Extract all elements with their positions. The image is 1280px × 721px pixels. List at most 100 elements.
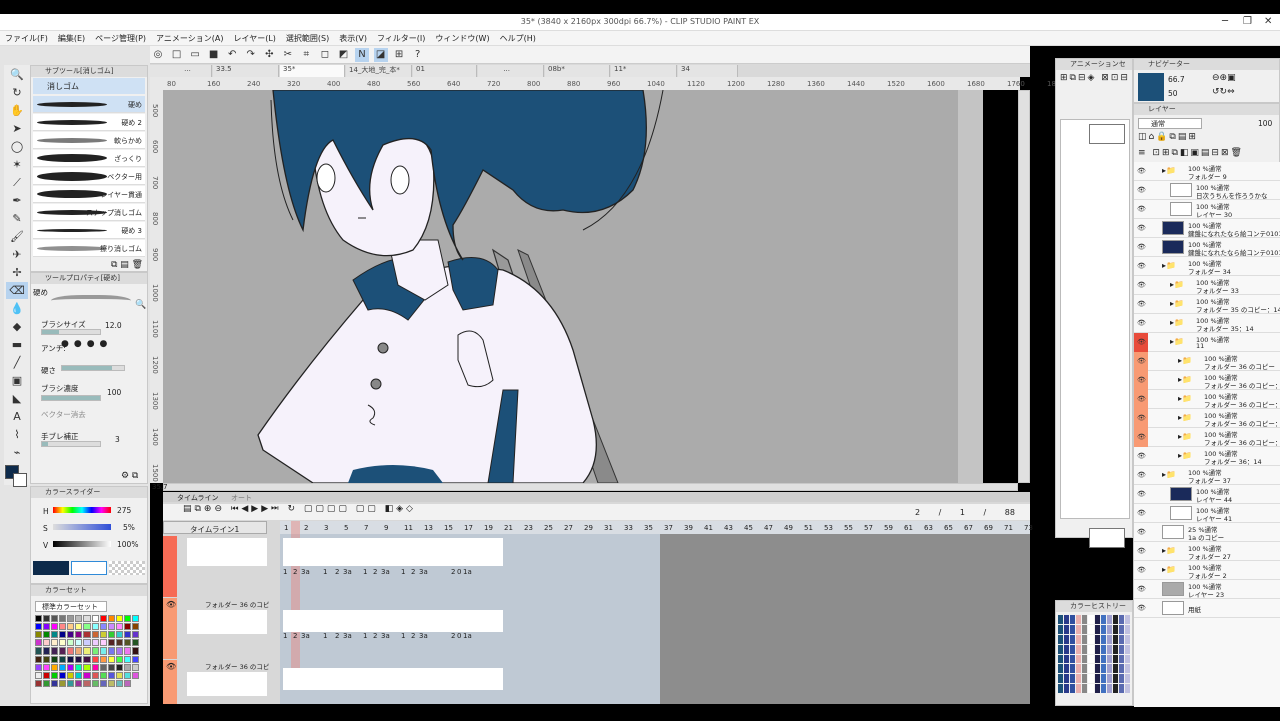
history-swatch[interactable] [1058, 664, 1064, 674]
snap-grid-icon[interactable]: ◪ [373, 48, 388, 62]
color-swatch[interactable] [43, 655, 51, 663]
color-swatch[interactable] [67, 663, 75, 671]
color-swatch[interactable] [115, 679, 123, 687]
color-swatch[interactable] [107, 679, 115, 687]
history-swatch[interactable] [1082, 674, 1088, 684]
color-swatch[interactable] [91, 663, 99, 671]
eye-icon[interactable]: 👁 [1137, 585, 1146, 593]
color-swatch[interactable] [131, 639, 139, 647]
history-swatch[interactable] [1100, 624, 1106, 634]
color-swatch[interactable] [131, 623, 139, 631]
color-swatch[interactable] [67, 647, 75, 655]
brush-rough[interactable]: ざっくり [33, 150, 145, 167]
color-swatch[interactable] [83, 647, 91, 655]
history-swatch[interactable] [1106, 624, 1112, 634]
color-swatch[interactable] [75, 655, 83, 663]
history-swatch[interactable] [1088, 674, 1094, 684]
hardness-slider[interactable] [61, 365, 125, 371]
color-swatch[interactable] [67, 671, 75, 679]
navigator-zoom-icon[interactable]: ⊖⊕▣ [1212, 73, 1236, 83]
help-icon[interactable]: ? [411, 48, 425, 62]
history-swatch[interactable] [1094, 654, 1100, 664]
doc-tab[interactable]: ... [478, 65, 544, 77]
eye-icon[interactable]: 👁 [1137, 604, 1146, 612]
doc-tab[interactable]: 08b* [545, 65, 610, 77]
color-swatch[interactable] [123, 671, 131, 679]
eraser-tool-icon[interactable]: ⌫ [6, 282, 28, 299]
layer-row[interactable]: 👁 ▸📁 100 %通常 フォルダー 2 [1134, 561, 1280, 580]
wand-tool-icon[interactable]: ✶ [6, 156, 28, 173]
correct-line-tool-icon[interactable]: ⌁ [6, 444, 28, 461]
eye-icon[interactable]: 👁 [1137, 376, 1146, 384]
color-swatch[interactable] [107, 631, 115, 639]
sub-color-chip[interactable] [71, 561, 107, 575]
animation-cel-tab[interactable]: アニメーションセ [1056, 59, 1132, 70]
color-swatch[interactable] [115, 631, 123, 639]
color-swatch[interactable] [83, 671, 91, 679]
history-swatch[interactable] [1124, 624, 1130, 634]
history-swatch[interactable] [1106, 684, 1112, 693]
eye-icon[interactable]: 👁 [1137, 319, 1146, 327]
color-swatch[interactable] [83, 639, 91, 647]
pen-tool-icon[interactable]: ✒ [6, 192, 28, 209]
color-swatch[interactable] [91, 623, 99, 631]
color-swatch[interactable] [59, 623, 67, 631]
color-swatch[interactable] [115, 663, 123, 671]
color-swatch[interactable] [43, 663, 51, 671]
history-swatch[interactable] [1112, 654, 1118, 664]
clip-studio-icon[interactable]: ◎ [151, 48, 165, 62]
hand-tool-icon[interactable]: ✋ [6, 102, 28, 119]
layer-row[interactable]: 👁 ▸📁 100 %通常 フォルダー 27 [1134, 542, 1280, 561]
folder-icon[interactable]: ▸📁 [1178, 451, 1192, 460]
layer-options-icon[interactable]: ◫⌂🔒⧉▤⊞ [1138, 132, 1198, 142]
eye-icon[interactable]: 👁 [1137, 566, 1146, 574]
layer-row[interactable]: 👁 用紙 [1134, 599, 1280, 618]
history-swatch[interactable] [1112, 624, 1118, 634]
history-swatch[interactable] [1112, 615, 1118, 624]
hue-slider[interactable] [53, 507, 111, 513]
airbrush-tool-icon[interactable]: ✈ [6, 246, 28, 263]
color-swatch[interactable] [59, 663, 67, 671]
folder-icon[interactable]: ▸📁 [1162, 166, 1176, 175]
folder-icon[interactable]: ▸📁 [1178, 394, 1192, 403]
history-swatch[interactable] [1112, 644, 1118, 654]
subtool-group[interactable]: 消しゴム [33, 78, 145, 94]
color-swatch[interactable] [51, 679, 59, 687]
move-tool-icon[interactable]: ➤ [6, 120, 28, 137]
history-swatch[interactable] [1076, 615, 1082, 624]
brush-size-slider[interactable] [41, 329, 101, 335]
main-color-chip[interactable] [33, 561, 69, 575]
history-swatch[interactable] [1082, 615, 1088, 624]
history-swatch[interactable] [1082, 654, 1088, 664]
history-swatch[interactable] [1064, 634, 1070, 644]
transform-icon[interactable]: ⌗ [299, 48, 313, 62]
menu-selection[interactable]: 選択範囲(S) [281, 31, 334, 44]
color-swatch[interactable] [43, 679, 51, 687]
history-swatch[interactable] [1106, 644, 1112, 654]
timeline-ruler[interactable]: 1 2 3 5 7 9 11 13 15 17 19 21 23 25 27 29 31 33 35 37 39 41 43… [280, 521, 1033, 534]
color-swatch[interactable] [131, 671, 139, 679]
gradient-tool-icon[interactable]: ▬ [6, 336, 28, 353]
history-swatch[interactable] [1100, 684, 1106, 693]
eye-icon[interactable]: 👁 [1137, 528, 1146, 536]
layer-row[interactable]: 👁 ▸📁 100 %通常 フォルダー 36 のコピー [1134, 352, 1280, 371]
color-swatch[interactable] [123, 615, 131, 623]
history-swatch[interactable] [1124, 615, 1130, 624]
color-swatch[interactable] [35, 631, 43, 639]
color-swatch[interactable] [67, 623, 75, 631]
history-swatch[interactable] [1082, 644, 1088, 654]
history-swatch[interactable] [1076, 664, 1082, 674]
history-swatch[interactable] [1100, 664, 1106, 674]
menu-file[interactable]: ファイル(F) [0, 31, 53, 44]
eye-icon[interactable]: 👁 [1137, 547, 1146, 555]
history-swatch[interactable] [1106, 654, 1112, 664]
color-swatch[interactable] [51, 647, 59, 655]
layer-row[interactable]: 👁 100 %通常 日次うちんを作ろうかな [1134, 181, 1280, 200]
color-swatch[interactable] [59, 647, 67, 655]
color-swatch[interactable] [123, 663, 131, 671]
layer-row[interactable]: 👁 ▸📁 100 %通常 フォルダー 35 のコピー：14 [1134, 295, 1280, 314]
history-swatch[interactable] [1088, 654, 1094, 664]
history-swatch[interactable] [1058, 674, 1064, 684]
eye-icon[interactable]: 👁 [166, 600, 176, 609]
menu-edit[interactable]: 編集(E) [53, 31, 90, 44]
